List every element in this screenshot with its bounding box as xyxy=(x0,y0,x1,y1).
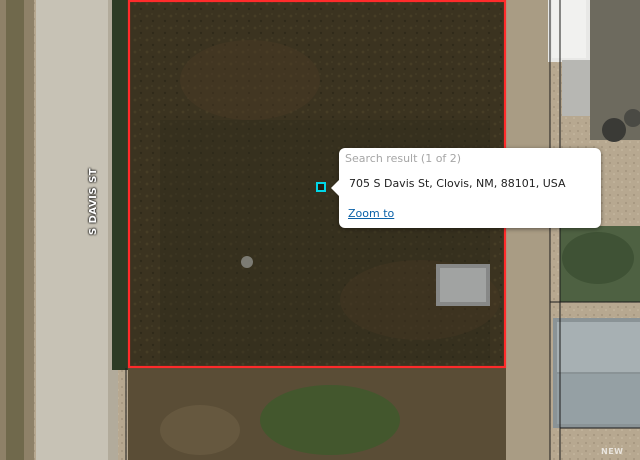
map-view[interactable]: S DAVIS ST Search result (1 of 2) 705 S … xyxy=(0,0,640,460)
popup-title: Search result (1 of 2) xyxy=(345,152,462,165)
street-label: S DAVIS ST xyxy=(88,167,100,236)
search-result-popup: Search result (1 of 2) 705 S Davis St, C… xyxy=(331,148,601,228)
zoom-to-link[interactable]: Zoom to xyxy=(348,207,394,221)
popup-address: 705 S Davis St, Clovis, NM, 88101, USA xyxy=(349,177,566,190)
popup-pointer xyxy=(331,180,339,196)
map-watermark: NEW xyxy=(601,447,624,456)
location-marker-icon[interactable] xyxy=(316,182,326,192)
